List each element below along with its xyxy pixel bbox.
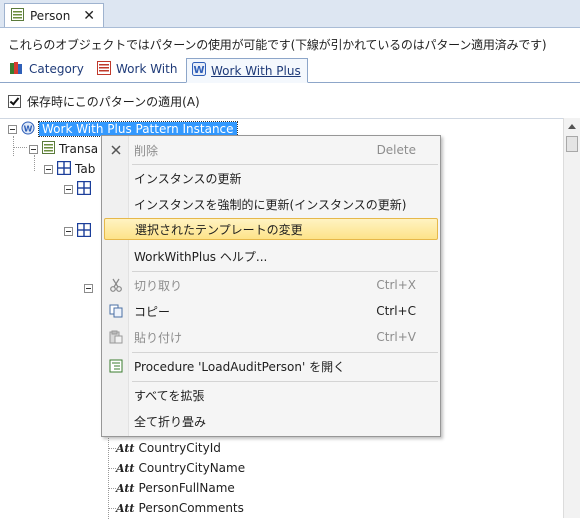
transaction-icon	[42, 141, 55, 157]
menu-item-open-procedure[interactable]: Procedure 'LoadAuditPerson' を開く	[104, 355, 438, 377]
tree-node-table-label: Tab	[75, 162, 96, 176]
document-tab-strip: Person ✕	[0, 0, 580, 28]
menu-item-help[interactable]: WorkWithPlus ヘルプ...	[104, 245, 438, 267]
menu-item-expand-all[interactable]: すべてを拡張	[104, 384, 438, 406]
menu-item-label: Procedure 'LoadAuditPerson' を開く	[134, 359, 346, 374]
tab-work-with[interactable]: Work With	[92, 58, 182, 80]
work-with-plus-node-icon: W	[21, 121, 35, 138]
menu-item-delete[interactable]: 削除 Delete	[104, 139, 438, 161]
apply-on-save-checkbox[interactable]	[8, 95, 21, 108]
tree-connector	[108, 429, 109, 519]
work-with-plus-icon: W	[192, 62, 206, 79]
attribute-icon: Att	[116, 461, 135, 475]
tree-node-grid[interactable]	[64, 222, 92, 240]
attribute-label: PersonComments	[138, 501, 244, 515]
collapse-icon[interactable]	[64, 184, 73, 194]
menu-item-update-instance[interactable]: インスタンスの更新	[104, 167, 438, 189]
collapse-icon[interactable]	[64, 226, 73, 236]
tree-node-table[interactable]: Tab	[44, 160, 95, 178]
procedure-icon	[104, 359, 128, 373]
tree-node-transaction-label: Transa	[59, 142, 99, 156]
menu-item-label: インスタンスの更新	[134, 171, 242, 186]
context-menu: 削除 Delete インスタンスの更新 インスタンスを強制的に更新(インスタンス…	[101, 135, 441, 437]
collapse-icon[interactable]	[8, 124, 17, 134]
grid-icon	[76, 180, 92, 198]
tree-connector	[108, 468, 116, 469]
menu-item-cut[interactable]: 切り取り Ctrl+X	[104, 274, 438, 296]
attribute-icon: Att	[116, 481, 135, 495]
collapse-icon[interactable]	[84, 283, 93, 293]
menu-item-shortcut: Ctrl+C	[376, 304, 416, 318]
menu-item-label: 切り取り	[134, 278, 183, 293]
menu-item-paste[interactable]: 貼り付け Ctrl+V	[104, 326, 438, 348]
delete-icon	[104, 144, 128, 156]
tab-work-with-label: Work With	[116, 62, 178, 76]
attribute-label: CountryCityId	[138, 441, 221, 455]
tree-connector	[108, 508, 116, 509]
menu-item-copy[interactable]: コピー Ctrl+C	[104, 300, 438, 322]
copy-icon	[104, 304, 128, 318]
pattern-tabs: Category Work With W Work With Plus	[0, 56, 580, 83]
attribute-icon: Att	[116, 441, 135, 455]
menu-separator	[132, 381, 438, 382]
menu-separator	[132, 352, 438, 353]
tab-work-with-plus[interactable]: W Work With Plus	[186, 58, 308, 83]
menu-separator	[132, 164, 438, 165]
menu-item-change-template[interactable]: 選択されたテンプレートの変更	[104, 218, 438, 240]
tree-node-attribute[interactable]: Att CountryCityName	[116, 459, 245, 477]
tree-connector	[108, 488, 116, 489]
vertical-scrollbar[interactable]	[563, 118, 580, 518]
menu-item-label: WorkWithPlus ヘルプ...	[134, 249, 268, 264]
tree-node-attribute[interactable]: Att PersonComments	[116, 499, 244, 517]
attribute-label: PersonFullName	[138, 481, 235, 495]
transaction-icon	[11, 7, 24, 24]
tree-node-grid[interactable]	[64, 180, 92, 198]
close-icon[interactable]: ✕	[83, 9, 95, 23]
tab-category-label: Category	[29, 62, 84, 76]
tab-category[interactable]: Category	[4, 58, 89, 80]
tree-node-attribute[interactable]: Att PersonFullName	[116, 479, 235, 497]
menu-item-label: 全て折り畳み	[134, 414, 207, 429]
tree-node-root-label: Work With Plus Pattern Instance	[38, 121, 238, 137]
scroll-up-icon[interactable]	[568, 124, 576, 129]
grid-icon	[56, 160, 72, 178]
svg-text:W: W	[24, 124, 33, 133]
menu-item-shortcut: Ctrl+X	[376, 278, 416, 292]
menu-item-shortcut: Delete	[376, 143, 416, 157]
menu-item-force-update-instance[interactable]: インスタンスを強制的に更新(インスタンスの更新)	[104, 193, 438, 215]
category-icon	[9, 61, 24, 78]
cut-icon	[104, 278, 128, 292]
menu-item-label: 貼り付け	[134, 330, 183, 345]
tree-connector	[13, 147, 27, 148]
apply-on-save-row[interactable]: 保存時にこのパターンの適用(A)	[8, 93, 200, 110]
document-tab-label: Person	[30, 8, 71, 23]
scroll-thumb[interactable]	[566, 136, 578, 152]
pattern-description: これらのオブジェクトではパターンの使用が可能です(下線が引かれているのはパターン…	[8, 38, 547, 52]
menu-item-label: 選択されたテンプレートの変更	[135, 222, 303, 237]
tab-work-with-plus-label: Work With Plus	[211, 63, 301, 78]
tree-connector	[13, 136, 14, 156]
menu-item-label: インスタンスを強制的に更新(インスタンスの更新)	[134, 197, 407, 212]
collapse-icon[interactable]	[29, 144, 38, 154]
work-with-icon	[97, 60, 111, 78]
attribute-label: CountryCityName	[138, 461, 246, 475]
menu-item-label: コピー	[134, 304, 171, 319]
tree-node-attribute[interactable]: Att CountryCityId	[116, 439, 221, 457]
document-tab-person[interactable]: Person ✕	[4, 3, 104, 27]
grid-icon	[76, 222, 92, 240]
menu-item-shortcut: Ctrl+V	[376, 330, 416, 344]
apply-on-save-label: 保存時にこのパターンの適用(A)	[27, 95, 200, 109]
tree-node-collapsed[interactable]	[84, 279, 93, 297]
menu-item-label: すべてを拡張	[134, 388, 205, 403]
paste-icon	[104, 330, 128, 344]
svg-text:W: W	[193, 65, 204, 76]
menu-item-collapse-all[interactable]: 全て折り畳み	[104, 410, 438, 432]
collapse-icon[interactable]	[44, 164, 53, 174]
menu-separator	[132, 271, 438, 272]
tree-connector	[108, 448, 116, 449]
attribute-icon: Att	[116, 501, 135, 515]
tree-node-transaction[interactable]: Transa	[29, 140, 98, 158]
menu-item-label: 削除	[134, 143, 159, 158]
